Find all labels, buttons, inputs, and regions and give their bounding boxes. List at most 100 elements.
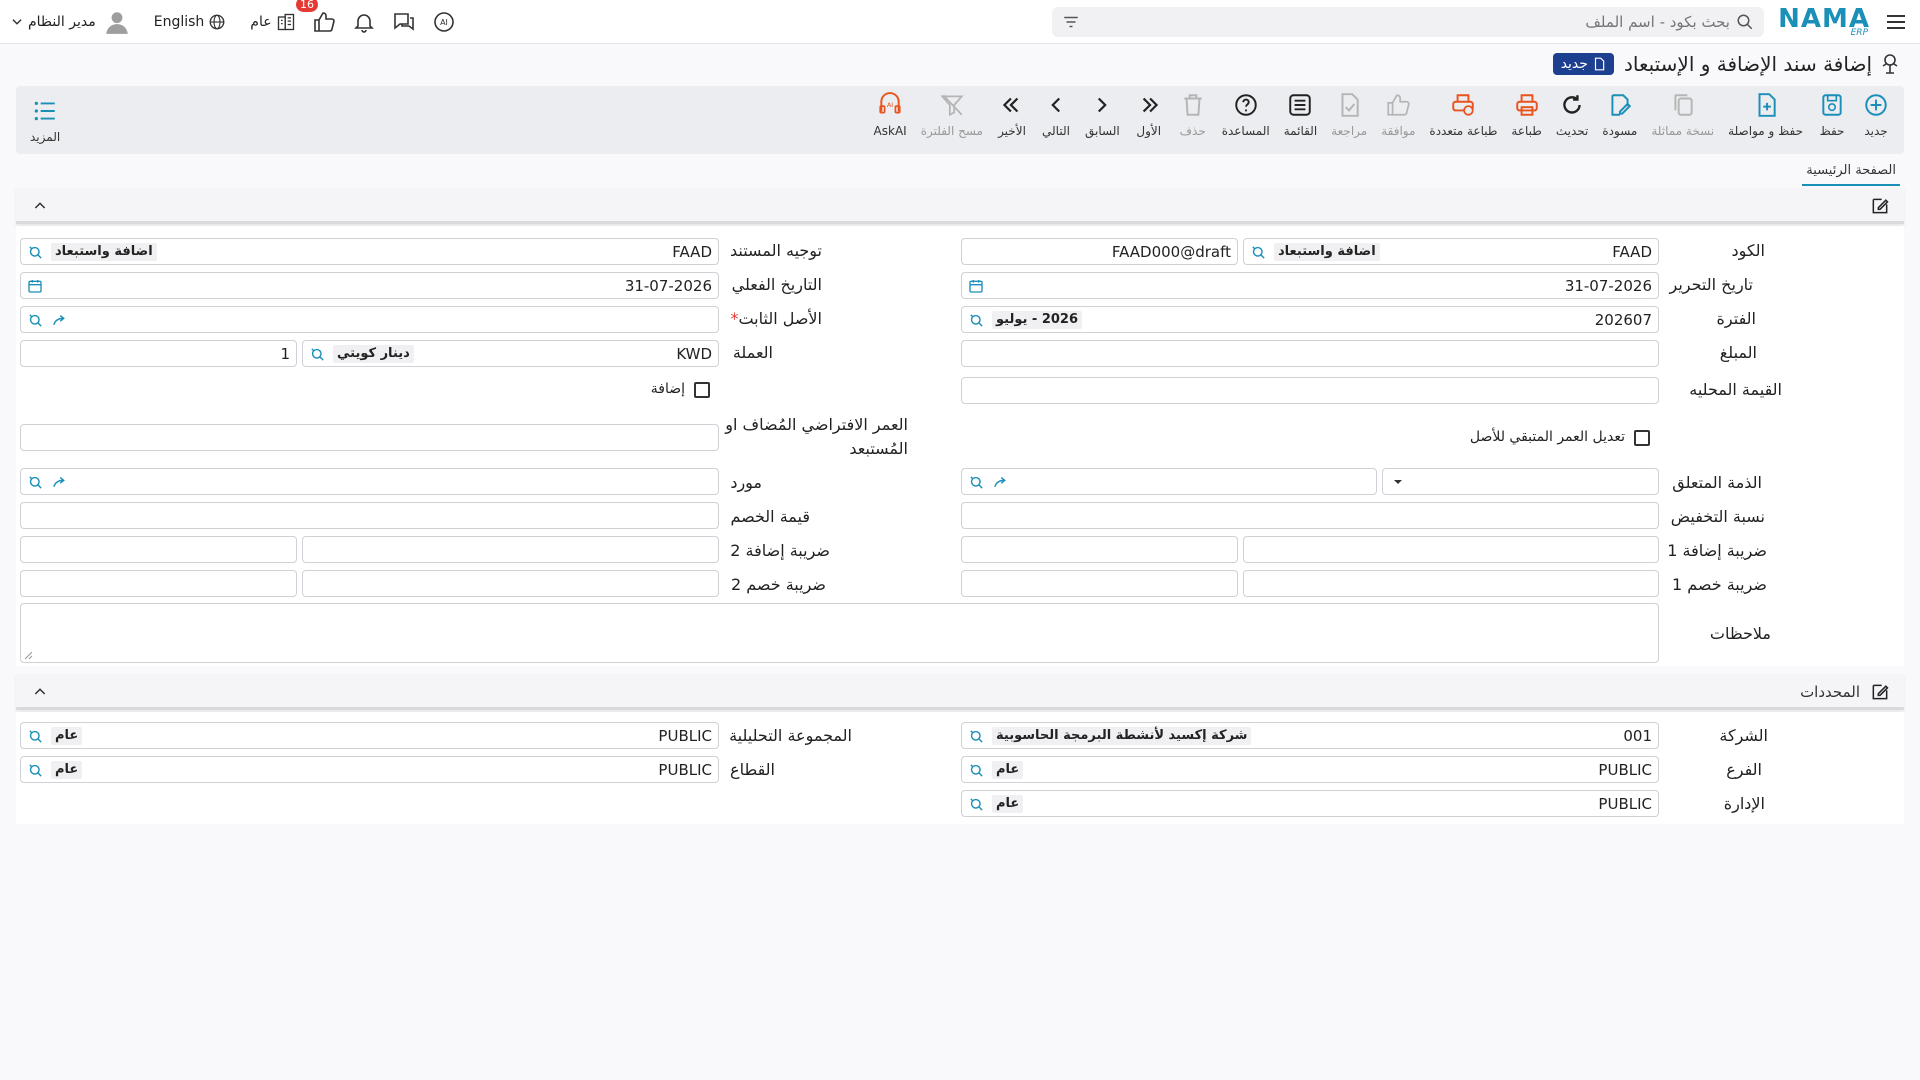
search-icon[interactable] — [1736, 13, 1754, 31]
code-label: الكود — [1731, 241, 1765, 260]
notes-textarea[interactable] — [20, 603, 1659, 663]
lookup-icon[interactable] — [968, 474, 985, 491]
analytic-group-field[interactable]: PUBLIC عام — [20, 722, 719, 749]
lookup-icon[interactable] — [27, 244, 44, 261]
open-link-icon[interactable] — [992, 474, 1009, 491]
language-switch[interactable]: English — [154, 13, 227, 31]
list-button[interactable]: القائمة — [1277, 92, 1324, 138]
code-field[interactable]: FAAD اضافة واستبعاد — [1243, 238, 1659, 265]
company-field[interactable]: 001 شركة إكسيد لأنشطة البرمجة الحاسوبية — [961, 722, 1659, 749]
doc-direction-field[interactable]: FAAD اضافة واستبعاد — [20, 238, 719, 265]
tax-deduct-1-value-field[interactable] — [961, 570, 1238, 597]
adjust-life-checkbox[interactable] — [1634, 430, 1650, 446]
search-input[interactable] — [1110, 11, 1730, 33]
related-account-field[interactable] — [961, 468, 1377, 495]
filter-icon[interactable] — [1062, 13, 1080, 31]
more-button[interactable]: المزيد — [30, 98, 60, 144]
save-button[interactable]: حفظ — [1810, 92, 1854, 138]
edit-icon[interactable] — [1870, 196, 1890, 216]
refresh-button[interactable]: تحديث — [1549, 92, 1596, 138]
notes-label: ملاحظات — [1709, 624, 1771, 643]
lookup-icon[interactable] — [27, 474, 44, 491]
bell-icon — [353, 14, 374, 33]
collapse-chevron-icon[interactable] — [32, 684, 48, 700]
messages-button[interactable] — [392, 10, 416, 34]
lookup-icon[interactable] — [27, 728, 44, 745]
fixed-asset-label: الأصل الثابت* — [730, 309, 822, 328]
tax-add-1-code-field[interactable] — [1243, 536, 1659, 563]
lookup-icon[interactable] — [968, 728, 985, 745]
nama-logo[interactable]: NAMA ERP — [1778, 4, 1870, 38]
lookup-icon[interactable] — [1250, 244, 1267, 261]
notifications-button[interactable] — [352, 10, 376, 34]
delete-button[interactable]: حذف — [1171, 92, 1215, 138]
edit-icon[interactable] — [1870, 682, 1890, 702]
approve-button[interactable]: موافقة — [1374, 92, 1422, 138]
tax-add-1-value-field[interactable] — [961, 536, 1238, 563]
lookup-icon[interactable] — [968, 762, 985, 779]
tax-add-2-value-field[interactable] — [20, 536, 297, 563]
exchange-rate-field[interactable]: 1 — [20, 340, 297, 367]
open-link-icon[interactable] — [51, 474, 68, 491]
next-button[interactable]: التالي — [1034, 92, 1078, 138]
addition-checkbox[interactable] — [694, 382, 710, 398]
tax-deduct-2-code-field[interactable] — [302, 570, 719, 597]
lookup-icon[interactable] — [27, 762, 44, 779]
lookup-icon[interactable] — [309, 346, 326, 363]
user-menu[interactable]: مدير النظام — [10, 9, 130, 35]
tax-deduct-1-code-field[interactable] — [1243, 570, 1659, 597]
save-continue-icon — [1758, 93, 1776, 117]
ask-ai-button[interactable]: AI AskAI — [867, 92, 914, 138]
actual-date-field[interactable]: 31-07-2026 — [20, 272, 719, 299]
new-button[interactable]: جديد — [1854, 92, 1898, 138]
multi-print-button[interactable]: طباعة متعددة — [1422, 92, 1504, 138]
calendar-icon[interactable] — [27, 278, 43, 294]
local-value-field[interactable] — [961, 377, 1659, 404]
period-field[interactable]: 202607 2026 - يوليو — [961, 306, 1659, 333]
open-link-icon[interactable] — [51, 312, 68, 329]
duplicate-button[interactable]: نسخة مماثلة — [1644, 92, 1721, 138]
first-button[interactable]: الأول — [1127, 92, 1171, 138]
draft-button[interactable]: مسودة — [1595, 92, 1644, 138]
calendar-icon[interactable] — [968, 278, 984, 294]
collapse-chevron-icon[interactable] — [32, 198, 48, 214]
last-icon — [1002, 97, 1019, 113]
branch-field[interactable]: PUBLIC عام — [961, 756, 1659, 783]
tax-deduct-2-label: ضريبة خصم 2 — [730, 575, 826, 594]
edit-date-field[interactable]: 31-07-2026 — [961, 272, 1659, 299]
help-button[interactable]: المساعدة — [1215, 92, 1277, 138]
context-switch[interactable]: عام — [250, 12, 295, 32]
fixed-asset-field[interactable] — [20, 306, 719, 333]
amount-field[interactable] — [961, 340, 1659, 367]
ask-ai-top-button[interactable]: AI — [432, 10, 456, 34]
lookup-icon[interactable] — [968, 796, 985, 813]
clear-filter-button[interactable]: مسح الفلترة — [914, 92, 990, 138]
draft-icon — [1611, 94, 1631, 116]
lookup-icon[interactable] — [27, 312, 44, 329]
virtual-life-field[interactable] — [20, 424, 719, 451]
tax-add-2-code-field[interactable] — [302, 536, 719, 563]
lookup-icon[interactable] — [968, 312, 985, 329]
resize-grip-icon[interactable] — [23, 650, 33, 660]
save-continue-button[interactable]: حفظ و مواصلة — [1721, 92, 1810, 138]
first-icon — [1142, 97, 1158, 113]
document-number-field[interactable]: FAAD000@draft — [961, 238, 1238, 265]
sector-field[interactable]: PUBLIC عام — [20, 756, 719, 783]
supplier-field[interactable] — [20, 468, 719, 495]
last-button[interactable]: الأخير — [990, 92, 1034, 138]
previous-button[interactable]: السابق — [1078, 92, 1127, 138]
dimensions-section-header: المحددات — [16, 674, 1904, 710]
approvals-button[interactable] — [312, 10, 336, 34]
print-button[interactable]: طباعة — [1504, 92, 1548, 138]
discount-rate-field[interactable] — [961, 502, 1659, 529]
search-bar — [1052, 7, 1764, 37]
menu-icon[interactable] — [1884, 10, 1908, 34]
related-account-type-select[interactable] — [1382, 468, 1659, 495]
currency-field[interactable]: KWD دينار كويتي — [302, 340, 719, 367]
tab-main-page[interactable]: الصفحة الرئيسية — [1802, 161, 1900, 186]
department-field[interactable]: PUBLIC عام — [961, 790, 1659, 817]
review-button[interactable]: مراجعة — [1324, 92, 1374, 138]
actual-date-label: التاريخ الفعلي — [731, 275, 822, 294]
discount-value-field[interactable] — [20, 502, 719, 529]
tax-deduct-2-value-field[interactable] — [20, 570, 297, 597]
